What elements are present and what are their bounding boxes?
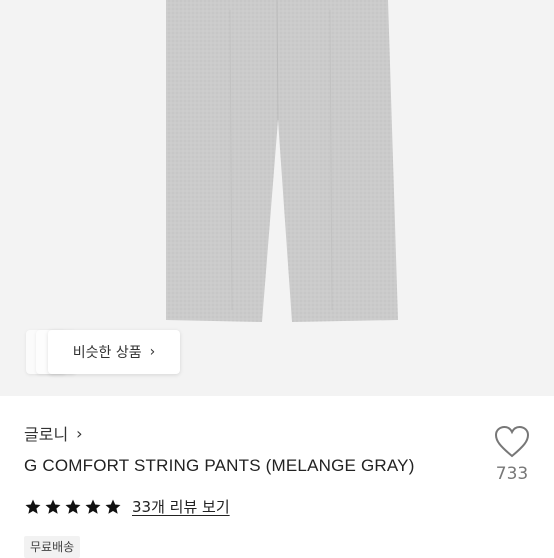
- heart-icon: [494, 425, 530, 458]
- free-shipping-badge: 무료배송: [24, 536, 81, 558]
- rating-stars: [24, 498, 124, 516]
- brand-link[interactable]: 글로니 ›: [24, 421, 83, 445]
- star-icon: [25, 499, 41, 514]
- star-icon: [65, 499, 81, 514]
- chevron-right-icon: ›: [76, 423, 83, 443]
- star-icon: [45, 499, 61, 514]
- rating-row: 33개 리뷰 보기: [24, 496, 230, 517]
- brand-name: 글로니: [24, 425, 69, 444]
- review-link[interactable]: 33개 리뷰 보기: [132, 496, 230, 517]
- star-icon: [105, 499, 121, 514]
- product-title: G COMFORT STRING PANTS (MELANGE GRAY): [24, 456, 415, 475]
- product-image: 비슷한 상품 ›: [0, 0, 554, 396]
- similar-products-button[interactable]: 비슷한 상품 ›: [48, 330, 180, 374]
- like-button[interactable]: 733: [490, 424, 534, 484]
- chevron-right-icon: ›: [149, 344, 156, 360]
- star-icon: [85, 499, 101, 514]
- similar-products-label: 비슷한 상품: [72, 345, 142, 361]
- like-count: 733: [495, 464, 529, 484]
